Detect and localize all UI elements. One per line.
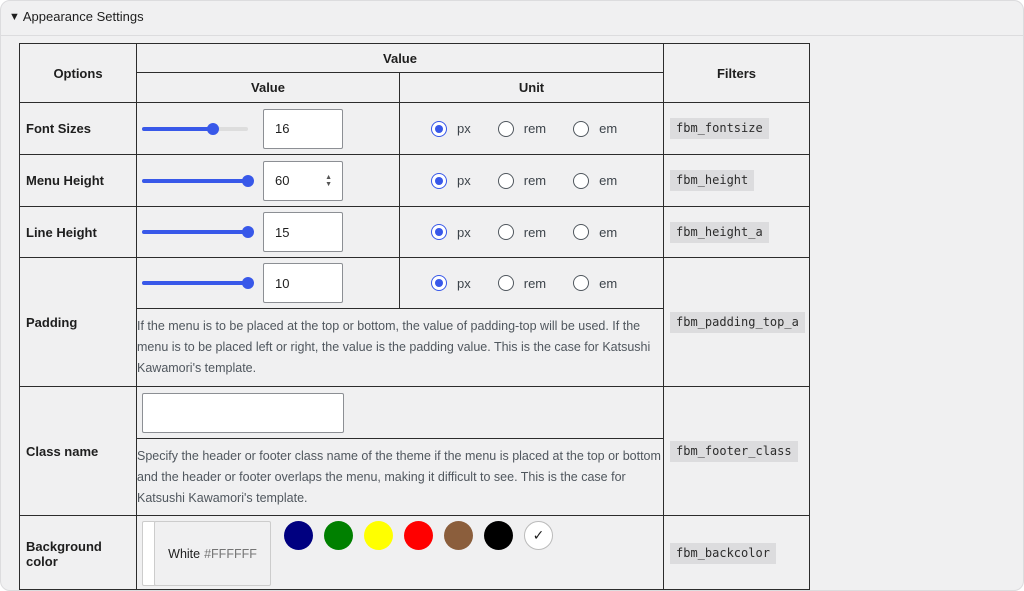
line-height-unit-rem[interactable]: rem (497, 224, 546, 240)
settings-panel: ▼ Appearance Settings Options Value Filt… (0, 0, 1024, 591)
triangle-down-icon: ▼ (9, 10, 20, 23)
padding-unit-rem[interactable]: rem (497, 275, 546, 291)
option-label-font-sizes: Font Sizes (19, 102, 137, 155)
panel-title: Appearance Settings (22, 9, 144, 24)
padding-unit-group: px rem em (400, 275, 663, 291)
table-row: Font Sizes 16 px rem em fbm_fontsize (19, 102, 810, 155)
filter-code: fbm_padding_top_a (670, 311, 805, 333)
current-color-name: White (168, 546, 201, 561)
option-label-line-height: Line Height (19, 206, 137, 258)
header-filters: Filters (663, 43, 810, 103)
header-unit: Unit (399, 72, 664, 103)
line-height-unit-group: px rem em (400, 224, 663, 240)
color-swatch-red[interactable] (404, 521, 433, 550)
option-label-background-color: Background color (19, 515, 137, 590)
appearance-settings-toggle[interactable]: ▼ Appearance Settings (9, 9, 144, 24)
table-continuation-edge (19, 589, 809, 590)
font-size-input[interactable]: 16 (263, 108, 343, 149)
menu-height-slider[interactable] (142, 172, 254, 190)
appearance-settings-table: Options Value Filters Value Unit Font Si… (19, 43, 810, 590)
line-height-unit-px[interactable]: px (431, 224, 471, 240)
filter-code: fbm_height (670, 170, 755, 191)
checkmark-icon: ✓ (532, 527, 545, 543)
option-label-menu-height: Menu Height (19, 154, 137, 207)
spinner-arrows-icon[interactable]: ▲ ▼ (325, 174, 332, 188)
line-height-slider[interactable] (142, 223, 254, 241)
color-swatch-navy[interactable] (284, 521, 313, 550)
color-swatch-white[interactable]: ✓ (524, 521, 553, 550)
table-row: Background color White #FFFFFF ✓ fbm_bac… (19, 515, 810, 590)
padding-description: If the menu is to be placed at the top o… (136, 308, 664, 387)
header-value: Value (136, 72, 400, 103)
class-name-description: Specify the header or footer class name … (136, 438, 664, 516)
filter-code: fbm_height_a (670, 221, 769, 243)
option-label-padding: Padding (19, 257, 137, 387)
filter-code: fbm_footer_class (670, 440, 798, 462)
filter-code: fbm_fontsize (670, 118, 769, 139)
option-label-class-name: Class name (19, 386, 137, 516)
table-row: Line Height 15 px rem em fbm_height_a (19, 206, 810, 258)
panel-divider (1, 35, 1023, 36)
line-height-input[interactable]: 15 (263, 212, 343, 252)
header-options: Options (19, 43, 137, 103)
color-palette: ✓ (284, 521, 553, 550)
padding-unit-em[interactable]: em (573, 275, 617, 291)
table-row: Padding 10 px rem em fbm_padding_top_a (19, 257, 810, 387)
current-color-hex: #FFFFFF (204, 546, 257, 561)
font-size-slider[interactable] (142, 120, 248, 138)
font-size-unit-rem[interactable]: rem (497, 120, 546, 137)
color-swatch-yellow[interactable] (364, 521, 393, 550)
padding-slider[interactable] (142, 274, 254, 292)
table-row: Menu Height 60 ▲ ▼ px rem em fbm_height (19, 154, 810, 207)
color-swatch-green[interactable] (324, 521, 353, 550)
table-row: Class name fbm_footer_class (19, 386, 810, 516)
class-name-input[interactable] (142, 392, 344, 433)
padding-input[interactable]: 10 (263, 263, 343, 303)
header-value-group: Value (136, 43, 664, 73)
filter-code: fbm_backcolor (670, 543, 776, 564)
font-size-unit-group: px rem em (400, 120, 663, 137)
padding-unit-px[interactable]: px (431, 275, 471, 291)
color-picker-toggle[interactable]: White #FFFFFF (142, 521, 271, 586)
menu-height-unit-px[interactable]: px (431, 172, 471, 189)
color-swatch-brown[interactable] (444, 521, 473, 550)
menu-height-unit-rem[interactable]: rem (497, 172, 546, 189)
menu-height-unit-group: px rem em (400, 172, 663, 189)
line-height-unit-em[interactable]: em (573, 224, 617, 240)
color-swatch-black[interactable] (484, 521, 513, 550)
font-size-unit-px[interactable]: px (431, 120, 471, 137)
menu-height-unit-em[interactable]: em (573, 172, 617, 189)
menu-height-input[interactable]: 60 ▲ ▼ (263, 160, 343, 201)
font-size-unit-em[interactable]: em (573, 120, 617, 137)
